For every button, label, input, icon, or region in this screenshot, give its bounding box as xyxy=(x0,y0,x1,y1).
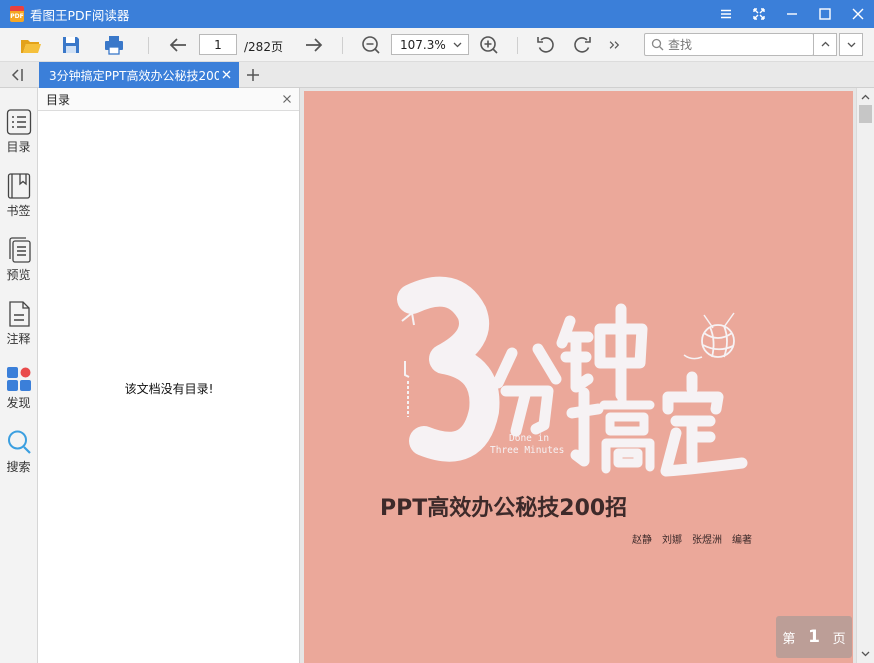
save-button[interactable] xyxy=(58,33,84,57)
chevron-up-icon xyxy=(821,41,829,47)
folder-open-icon xyxy=(21,40,41,53)
save-icon xyxy=(63,37,79,53)
zoom-level-value: 107.3% xyxy=(400,37,446,52)
zoom-in-button[interactable] xyxy=(477,33,501,57)
tab-label: 3分钟搞定PPT高效办公秘技200招 xyxy=(49,68,219,83)
scroll-down-arrow-icon[interactable] xyxy=(860,648,871,659)
zoom-out-button[interactable] xyxy=(359,33,383,57)
search-input[interactable] xyxy=(668,37,808,52)
zoom-in-icon xyxy=(480,36,498,54)
rail-item-bookmarks[interactable]: 书签 xyxy=(0,168,37,228)
toolbar: 1 /282页 107.3% xyxy=(0,28,874,62)
scrollbar-thumb[interactable] xyxy=(859,105,872,123)
panel-title: 目录 xyxy=(46,92,71,107)
cover-subtitle-line1: Done in xyxy=(509,433,549,444)
rail-label: 注释 xyxy=(6,332,31,346)
rail-label: 目录 xyxy=(6,140,31,154)
rail-label: 搜索 xyxy=(6,460,31,474)
left-rail: 目录 书签 预览 注释 发现 搜索 xyxy=(0,88,38,663)
rotate-left-icon xyxy=(537,37,554,53)
expand-arrows-icon xyxy=(752,8,765,20)
toolbar-separator xyxy=(148,37,149,54)
rail-item-annotations[interactable]: 注释 xyxy=(0,296,37,356)
page-badge-suffix: 页 xyxy=(832,631,846,647)
annotation-icon xyxy=(8,301,30,327)
previous-page-button[interactable] xyxy=(166,33,190,57)
page-badge-prefix: 第 xyxy=(782,631,796,647)
rail-label: 发现 xyxy=(6,396,31,410)
cover-book-title: PPT高效办公秘技200招 xyxy=(380,495,627,521)
arrow-right-icon xyxy=(306,38,323,52)
app-logo-icon: PDF xyxy=(10,6,24,22)
search-icon xyxy=(7,430,31,454)
minimize-button[interactable] xyxy=(775,0,808,28)
print-button[interactable] xyxy=(101,33,127,57)
collapse-sidebar-icon[interactable] xyxy=(8,67,26,83)
fullscreen-button[interactable] xyxy=(742,0,775,28)
list-icon xyxy=(6,109,31,135)
thumbnails-icon xyxy=(8,237,31,263)
page-badge-number: 1 xyxy=(808,627,820,647)
app-title: 看图王PDF阅读器 xyxy=(30,7,130,23)
rail-item-preview[interactable]: 预览 xyxy=(0,232,37,292)
cover-title-art xyxy=(397,276,748,477)
cover-authors: 赵静 刘娜 张煜洲 编著 xyxy=(632,533,752,546)
rail-item-discover[interactable]: 发现 xyxy=(0,360,37,420)
tab-bar: 3分钟搞定PPT高效办公秘技200招 xyxy=(0,62,874,88)
document-view[interactable]: Done in Three Minutes PPT高效办公秘技200招 赵静 刘… xyxy=(300,88,856,663)
close-icon[interactable] xyxy=(282,94,292,104)
yarn-ball-icon xyxy=(683,312,735,360)
panel-header: 目录 xyxy=(38,88,299,111)
rail-item-toc[interactable]: 目录 xyxy=(0,104,37,164)
empty-toc-message: 该文档没有目录! xyxy=(124,382,214,396)
search-box[interactable] xyxy=(644,33,814,56)
scroll-up-arrow-icon[interactable] xyxy=(860,92,871,103)
rotate-left-button[interactable] xyxy=(534,33,558,57)
title-bar: PDF 看图王PDF阅读器 xyxy=(0,0,874,28)
rail-label: 书签 xyxy=(6,204,31,218)
page-number-badge: 第 1 页 xyxy=(776,616,852,658)
double-chevron-right-icon xyxy=(609,41,620,49)
maximize-icon xyxy=(818,8,831,20)
vertical-scrollbar[interactable] xyxy=(856,88,874,663)
rail-item-search[interactable]: 搜索 xyxy=(0,424,37,484)
rotate-right-button[interactable] xyxy=(570,33,594,57)
add-tab-icon[interactable] xyxy=(246,68,260,82)
printer-icon xyxy=(105,36,123,55)
zoom-level-select[interactable]: 107.3% xyxy=(391,34,469,55)
bookmark-icon xyxy=(7,173,30,199)
close-icon xyxy=(852,8,863,20)
book-cover: Done in Three Minutes PPT高效办公秘技200招 赵静 刘… xyxy=(380,276,752,546)
arrow-left-icon xyxy=(169,38,186,52)
tab-document[interactable]: 3分钟搞定PPT高效办公秘技200招 xyxy=(39,62,239,88)
toolbar-separator xyxy=(517,37,518,54)
next-page-button[interactable] xyxy=(302,33,326,57)
apps-icon xyxy=(6,367,31,391)
maximize-button[interactable] xyxy=(808,0,841,28)
pdf-page: Done in Three Minutes PPT高效办公秘技200招 赵静 刘… xyxy=(304,91,853,663)
chevron-down-icon xyxy=(847,42,855,48)
outline-panel: 目录 该文档没有目录! xyxy=(38,88,300,663)
minimize-icon xyxy=(786,13,797,15)
hamburger-icon xyxy=(720,9,731,19)
zoom-out-icon xyxy=(362,36,380,54)
menu-button[interactable] xyxy=(709,0,742,28)
total-pages-label: /282页 xyxy=(244,40,283,54)
search-icon xyxy=(651,38,664,51)
page-number-input[interactable]: 1 xyxy=(199,34,237,55)
search-next-button[interactable] xyxy=(839,33,863,56)
window-controls xyxy=(709,0,874,28)
more-tools-button[interactable] xyxy=(606,33,624,57)
search-previous-button[interactable] xyxy=(813,33,837,56)
chevron-down-icon xyxy=(453,42,462,48)
toolbar-separator xyxy=(342,37,343,54)
cover-subtitle-line2: Three Minutes xyxy=(490,445,564,456)
close-icon[interactable] xyxy=(221,69,232,80)
open-file-button[interactable] xyxy=(18,33,44,57)
rotate-right-icon xyxy=(574,37,591,53)
close-window-button[interactable] xyxy=(841,0,874,28)
rail-label: 预览 xyxy=(6,268,31,282)
